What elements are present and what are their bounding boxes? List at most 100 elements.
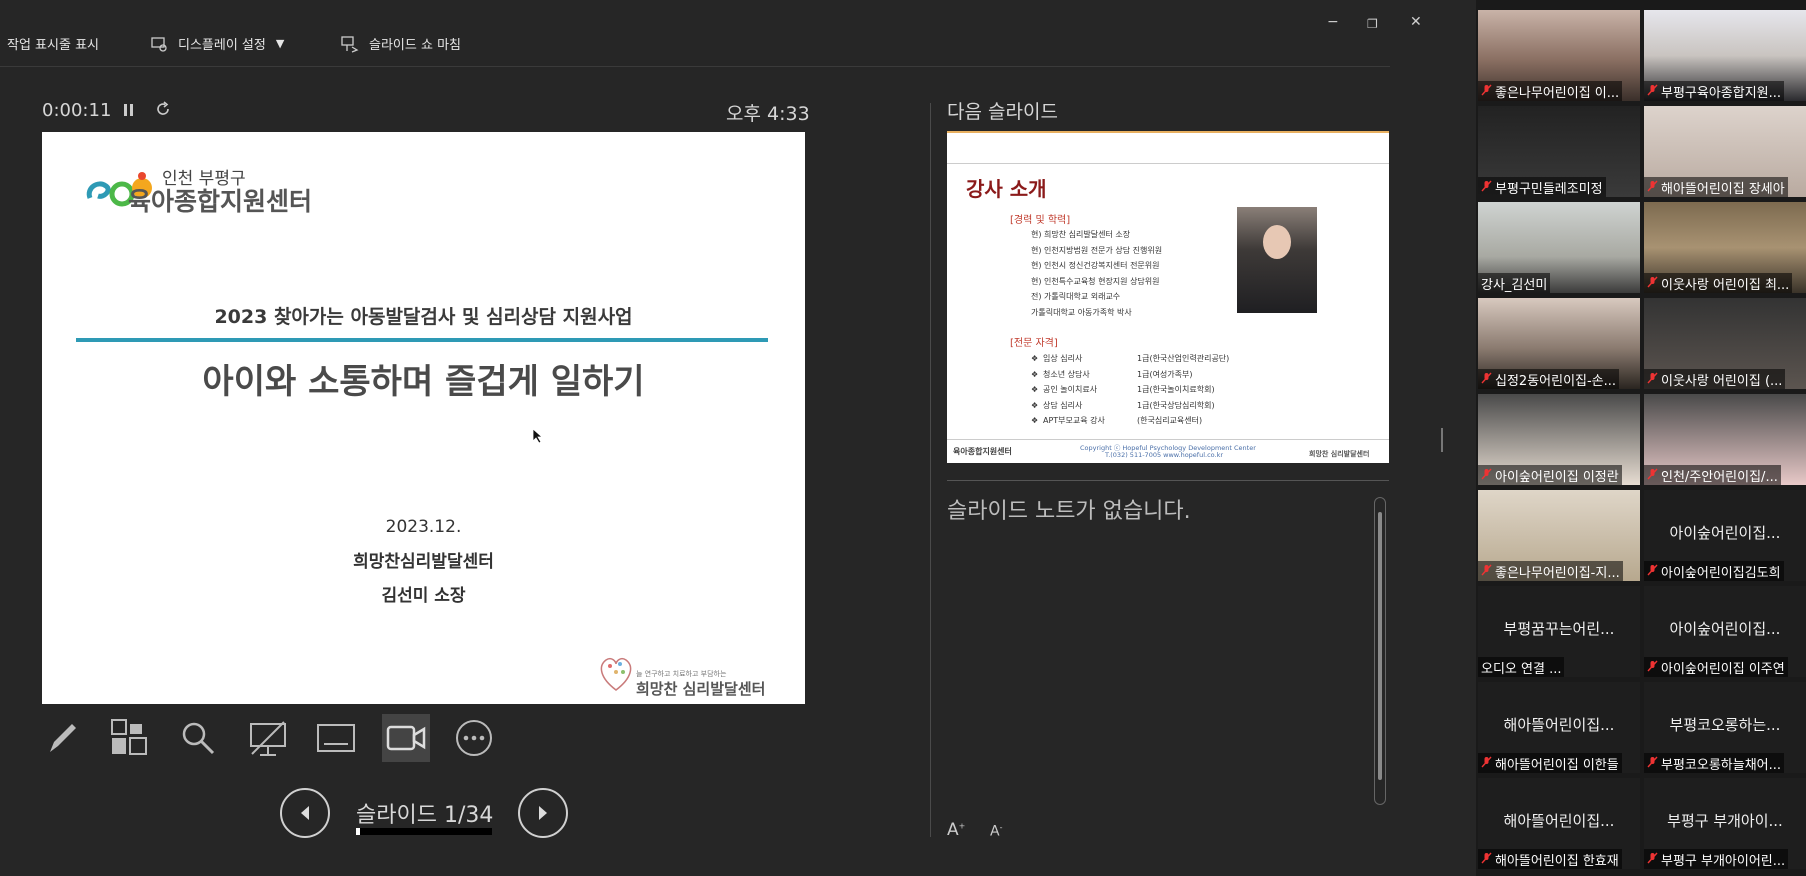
- increase-font-icon[interactable]: A+: [947, 820, 965, 840]
- mic-muted-icon: [1647, 84, 1658, 99]
- previous-slide-button[interactable]: [280, 788, 330, 838]
- participant-tile[interactable]: 해아뜰어린이집... 해아뜰어린이집 한효재: [1478, 778, 1640, 869]
- quals-list: ❖ 임상 심리사 1급(한국산업인력관리공단) ❖ 청소년 상담사 1급(여성가족부)…: [1031, 351, 1229, 429]
- next-footer-logo: 육아종합지원센터: [953, 447, 1012, 456]
- slide-subtitle: 2023 찾아가는 아동발달검사 및 심리상담 지원사업: [214, 306, 633, 328]
- participant-name: 부평구민들레조미정: [1495, 181, 1603, 197]
- next-slide-button[interactable]: [518, 788, 568, 838]
- mic-muted-icon: [1647, 660, 1658, 675]
- participant-name: 좋은나무어린이집 이...: [1495, 85, 1620, 101]
- participant-name: 인천/주안어린이집/...: [1661, 469, 1778, 485]
- panel-resize-handle[interactable]: [1441, 428, 1443, 452]
- qual-name: 공인 놀이치료사: [1043, 385, 1098, 394]
- qual-grade: 1급(한국상담심리학회): [1137, 400, 1215, 410]
- participant-display-name: 부평꿈꾸는어린...: [1503, 620, 1615, 638]
- participant-tile[interactable]: 인천/주안어린이집/...: [1644, 394, 1806, 485]
- qual-item: ❖ 임상 심리사 1급(한국산업인력관리공단): [1031, 351, 1229, 367]
- mic-muted-icon: [1481, 372, 1492, 387]
- career-heading: [경력 및 학력]: [1010, 215, 1071, 226]
- quals-heading: [전문 자격]: [1010, 338, 1058, 349]
- top-stripe: [947, 131, 1389, 133]
- bullet-icon: ❖: [1031, 385, 1039, 394]
- participant-tile[interactable]: 아이숲어린이집... 아이숲어린이집김도희: [1644, 490, 1806, 581]
- participant-name-label: 부평코오롱하늘채어...: [1644, 753, 1785, 773]
- next-slide-preview[interactable]: 강사 소개 [경력 및 학력] 현) 희망찬 심리발달센터 소장 현) 인천지방법…: [947, 131, 1389, 463]
- career-item: 현) 인천지방법원 전문가 상담 진행위원: [1031, 245, 1163, 255]
- slide-org: 희망찬심리발달센터: [353, 552, 494, 572]
- participant-tile[interactable]: 부평구육아종합지원...: [1644, 10, 1806, 101]
- notes-scrollbar[interactable]: [1374, 497, 1386, 805]
- participant-tile[interactable]: 이웃사랑 어린이집 최...: [1644, 202, 1806, 293]
- mic-muted-icon: [1481, 84, 1492, 99]
- qual-name: 임상 심리사: [1043, 354, 1083, 363]
- career-item: 가톨릭대학교 아동가족학 박사: [1031, 307, 1132, 317]
- notes-divider: [947, 480, 1389, 481]
- pause-icon[interactable]: [122, 101, 136, 123]
- face-shape: [1263, 225, 1291, 259]
- end-show-button[interactable]: 슬라이드 쇼 마침: [341, 34, 461, 53]
- next-slide-label: 다음 슬라이드: [947, 101, 1058, 123]
- decrease-font-icon[interactable]: A-: [990, 823, 1002, 840]
- participant-name: 오디오 연결 ...: [1481, 661, 1562, 677]
- participant-name: 아이숲어린이집 이주연: [1661, 661, 1785, 677]
- speaker-notes[interactable]: 슬라이드 노트가 없습니다.: [947, 493, 1191, 525]
- participant-tile[interactable]: 부평코오롱하는... 부평코오롱하늘채어...: [1644, 682, 1806, 773]
- participant-tile[interactable]: 좋은나무어린이집-지...: [1478, 490, 1640, 581]
- camera-toggle-icon[interactable]: [382, 714, 430, 762]
- logo-line2: 육아종합지원센터: [128, 187, 313, 216]
- participant-display-name: 아이숲어린이집...: [1669, 620, 1781, 638]
- instructor-photo: [1237, 207, 1317, 313]
- bullet-icon: ❖: [1031, 369, 1039, 379]
- participant-name: 부평구육아종합지원...: [1661, 85, 1782, 101]
- participant-tile[interactable]: 해아뜰어린이집... 해아뜰어린이집 이한들: [1478, 682, 1640, 773]
- bullet-icon: ❖: [1031, 416, 1039, 425]
- participant-tile[interactable]: 부평꿈꾸는어린... 오디오 연결 ...: [1478, 586, 1640, 677]
- participant-tile[interactable]: 부평구민들레조미정: [1478, 106, 1640, 197]
- close-button[interactable]: ✕: [1410, 14, 1422, 30]
- participant-tile[interactable]: 이웃사랑 어린이집 (...: [1644, 298, 1806, 389]
- notes-scroll-thumb[interactable]: [1378, 512, 1382, 780]
- heart-tree-icon: [596, 650, 636, 698]
- show-taskbar-button[interactable]: 작업 표시줄 표시: [7, 34, 99, 53]
- minimize-button[interactable]: −: [1327, 14, 1339, 30]
- career-list: 현) 희망찬 심리발달센터 소장 현) 인천지방법원 전문가 상담 진행위원 현) …: [1031, 227, 1162, 320]
- participant-display-name: 해아뜰어린이집...: [1503, 812, 1615, 830]
- zoom-icon[interactable]: [174, 714, 222, 762]
- mic-muted-icon: [1481, 180, 1492, 195]
- participant-display-name: 부평코오롱하는...: [1669, 716, 1781, 734]
- mic-muted-icon: [1481, 468, 1492, 483]
- participant-name-label: 해아뜰어린이집 장세아: [1644, 177, 1788, 197]
- participant-tile[interactable]: 좋은나무어린이집 이...: [1478, 10, 1640, 101]
- participant-name-label: 아이숲어린이집 이주연: [1644, 657, 1788, 677]
- mouse-cursor-icon: [532, 428, 544, 448]
- pen-tool-icon[interactable]: [38, 714, 86, 762]
- participant-tile[interactable]: 아이숲어린이집 이정란: [1478, 394, 1640, 485]
- participant-name-label: 좋은나무어린이집-지...: [1478, 561, 1623, 581]
- participant-tile[interactable]: 부평구 부개아이... 부평구 부개아이어린...: [1644, 778, 1806, 869]
- current-slide[interactable]: 인천 부평구 육아종합지원센터 2023 찾아가는 아동발달검사 및 심리상담 …: [42, 132, 805, 704]
- participant-name: 이웃사랑 어린이집 (...: [1661, 373, 1783, 389]
- display-settings-label: 디스플레이 설정: [178, 38, 266, 53]
- display-settings-button[interactable]: 디스플레이 설정 ▼: [150, 34, 284, 53]
- reset-icon[interactable]: [154, 100, 172, 122]
- participant-name-label: 오디오 연결 ...: [1478, 657, 1565, 677]
- participant-tile[interactable]: 강사_김선미: [1478, 202, 1640, 293]
- restore-button[interactable]: ❐: [1367, 17, 1378, 31]
- bullet-icon: ❖: [1031, 354, 1039, 363]
- subtitles-icon[interactable]: [312, 714, 360, 762]
- mic-muted-icon: [1481, 852, 1492, 867]
- qual-name: 상담 심리사: [1043, 400, 1083, 410]
- participant-name-label: 아이숲어린이집 이정란: [1478, 465, 1622, 485]
- contact: T.(032) 511-7005 www.hopeful.co.kr: [1105, 451, 1224, 459]
- black-screen-icon[interactable]: [244, 714, 292, 762]
- more-options-icon[interactable]: [450, 714, 498, 762]
- participant-tile[interactable]: 아이숲어린이집... 아이숲어린이집 이주연: [1644, 586, 1806, 677]
- mic-muted-icon: [1647, 852, 1658, 867]
- participant-tile[interactable]: 해아뜰어린이집 장세아: [1644, 106, 1806, 197]
- participant-name: 부평구 부개아이어린...: [1661, 853, 1786, 869]
- chevron-right-icon: [539, 806, 547, 820]
- participant-tile[interactable]: 십정2동어린이집-손...: [1478, 298, 1640, 389]
- see-all-slides-icon[interactable]: [106, 714, 154, 762]
- presenter-view: 작업 표시줄 표시 디스플레이 설정 ▼ 슬라이드 쇼 마침 − ❐ ✕ 0:0…: [0, 0, 1476, 876]
- title-rule: [947, 163, 1389, 164]
